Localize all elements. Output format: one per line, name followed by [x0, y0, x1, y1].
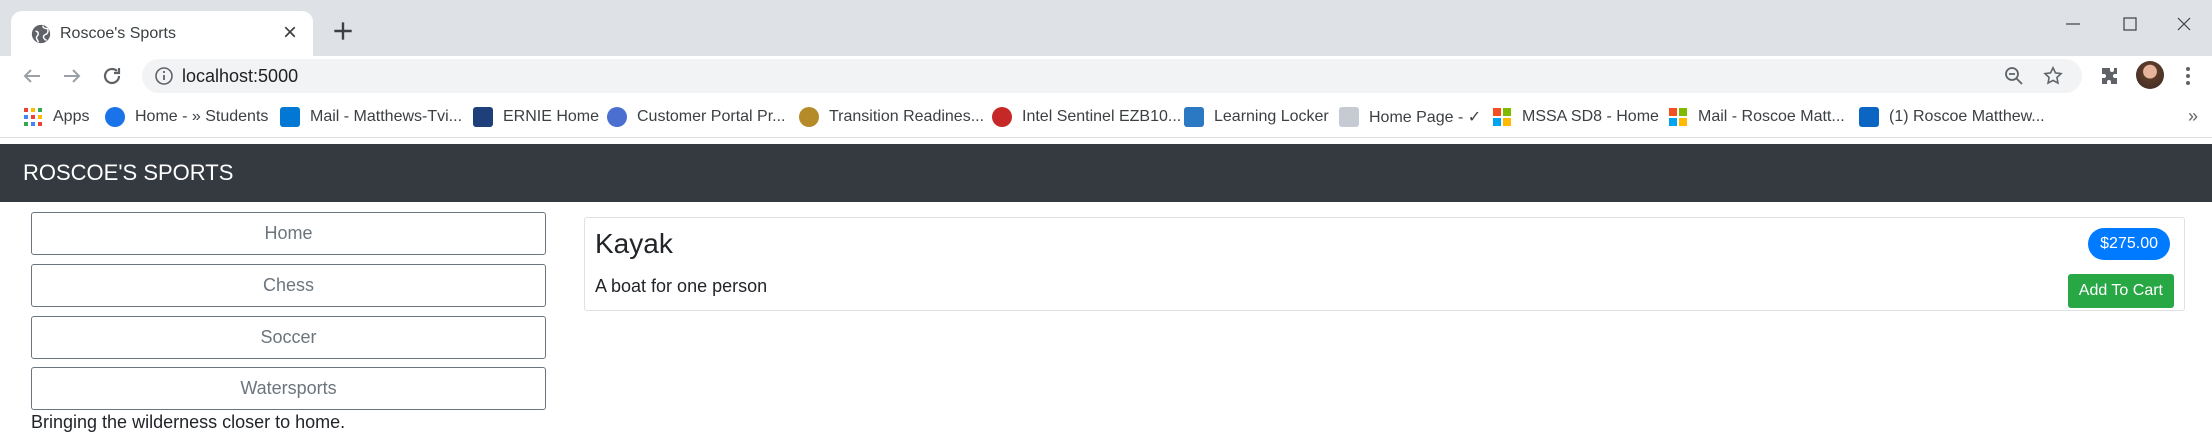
product-description: A boat for one person	[595, 276, 768, 296]
add-to-cart-button[interactable]: Add To Cart	[2067, 274, 2174, 308]
category-button-soccer[interactable]: Soccer	[31, 316, 546, 359]
product-card: Kayak A boat for one person $275.00 Add …	[584, 217, 2185, 311]
learning-locker-icon	[1184, 107, 1204, 127]
bookmarks-overflow-icon[interactable]: »	[2188, 106, 2198, 127]
microsoft-icon	[1669, 108, 1687, 126]
extensions-puzzle-icon[interactable]	[2098, 64, 2122, 88]
bookmark-label: ERNIE Home	[503, 108, 600, 125]
globe-icon	[31, 24, 51, 44]
sentinel-icon	[992, 107, 1012, 127]
marine-emblem-icon	[799, 107, 819, 127]
bookmark-label: Customer Portal Pr...	[637, 108, 786, 125]
back-arrow-icon[interactable]	[20, 64, 44, 88]
bookmark-linkedin[interactable]: (1) Roscoe Matthew...	[1859, 96, 2045, 138]
bookmark-label: Apps	[53, 108, 90, 125]
new-tab-icon[interactable]	[330, 18, 356, 44]
tab-title: Roscoe's Sports	[60, 25, 176, 42]
bookmark-mail-matthews[interactable]: Mail - Matthews-Tvi...	[280, 96, 462, 138]
reload-icon[interactable]	[100, 64, 124, 88]
outlook-icon	[280, 107, 300, 127]
bookmark-label: Home Page - ✓	[1369, 109, 1482, 126]
bookmark-customer-portal[interactable]: Customer Portal Pr...	[607, 96, 786, 138]
bookmark-home-page[interactable]: Home Page - ✓	[1339, 96, 1481, 138]
site-info-icon[interactable]	[154, 66, 174, 86]
close-tab-icon[interactable]: ×	[279, 21, 301, 45]
zoom-icon[interactable]	[2004, 66, 2024, 86]
portal-icon	[607, 107, 627, 127]
address-bar[interactable]: localhost:5000	[142, 59, 2082, 93]
profile-avatar[interactable]	[2136, 61, 2164, 89]
bookmark-transition-readiness[interactable]: Transition Readines...	[799, 96, 984, 138]
category-button-chess[interactable]: Chess	[31, 264, 546, 307]
browser-tab[interactable]: Roscoe's Sports ×	[11, 11, 313, 56]
site-brand[interactable]: ROSCOE'S SPORTS	[23, 144, 233, 202]
bookmark-label: (1) Roscoe Matthew...	[1889, 108, 2045, 125]
site-navbar: ROSCOE'S SPORTS	[0, 144, 2212, 202]
forward-arrow-icon[interactable]	[60, 64, 84, 88]
browser-menu-icon[interactable]	[2180, 64, 2196, 88]
browser-toolbar: localhost:5000	[0, 56, 2212, 96]
students-logo-icon	[105, 107, 125, 127]
bookmark-label: MSSA SD8 - Home	[1522, 108, 1659, 125]
bookmark-label: Mail - Matthews-Tvi...	[310, 108, 463, 125]
bookmark-star-icon[interactable]	[2042, 65, 2064, 87]
microsoft-icon	[1493, 108, 1511, 126]
bookmark-label: Mail - Roscoe Matt...	[1698, 108, 1845, 125]
category-button-home[interactable]: Home	[31, 212, 546, 255]
close-window-icon[interactable]	[2160, 8, 2208, 40]
tagline: Bringing the wilderness closer to home.	[31, 412, 346, 432]
doc-page-icon	[1339, 107, 1359, 127]
bookmark-students[interactable]: Home - » Students	[105, 96, 268, 138]
product-name: Kayak	[595, 228, 673, 259]
url-text: localhost:5000	[182, 66, 299, 86]
linkedin-icon	[1859, 107, 1879, 127]
bookmark-label: Transition Readines...	[829, 108, 985, 125]
bookmark-ernie-home[interactable]: ERNIE Home	[473, 96, 599, 138]
bookmark-mssa-sd8[interactable]: MSSA SD8 - Home	[1492, 96, 1659, 138]
bookmark-apps[interactable]: Apps	[23, 96, 89, 138]
bookmark-label: Intel Sentinel EZB10...	[1022, 108, 1182, 125]
bookmarks-bar: Apps Home - » Students Mail - Matthews-T…	[0, 96, 2212, 138]
price-badge: $275.00	[2088, 228, 2170, 260]
bookmark-label: Learning Locker	[1214, 108, 1329, 125]
bookmark-label: Home - » Students	[135, 108, 269, 125]
minimize-icon[interactable]	[2049, 8, 2097, 40]
bookmark-mail-roscoe[interactable]: Mail - Roscoe Matt...	[1668, 96, 1845, 138]
bookmark-intel-sentinel[interactable]: Intel Sentinel EZB10...	[992, 96, 1181, 138]
apps-grid-icon	[24, 108, 42, 126]
bookmark-learning-locker[interactable]: Learning Locker	[1184, 96, 1329, 138]
browser-tab-strip: Roscoe's Sports ×	[0, 0, 2212, 56]
category-button-watersports[interactable]: Watersports	[31, 367, 546, 410]
maximize-icon[interactable]	[2106, 8, 2154, 40]
ernie-logo-icon	[473, 107, 493, 127]
